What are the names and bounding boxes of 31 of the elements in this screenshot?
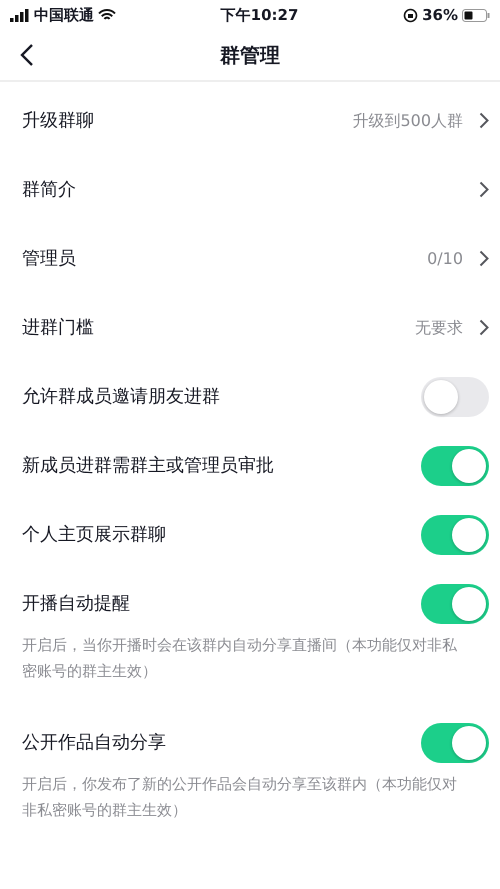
toggle-switch[interactable]: [421, 376, 489, 416]
toggle-switch[interactable]: [421, 722, 489, 762]
setting-label: 个人主页展示群聊: [22, 523, 166, 547]
chevron-icon: [479, 181, 489, 198]
setting-value: 升级到500人群: [352, 110, 463, 132]
settings-row[interactable]: 管理员 0/10: [0, 224, 500, 293]
page-title: 群管理: [220, 42, 280, 69]
wifi-icon: [98, 8, 116, 22]
status-time: 下午10:27: [220, 4, 298, 26]
setting-note: 开启后，当你开播时会在该群内自动分享直播间（本功能仅对非私密账号的群主生效）: [21, 635, 458, 682]
setting-label: 新成员进群需群主或管理员审批: [22, 454, 274, 478]
toggle-switch[interactable]: [421, 446, 489, 486]
chevron-icon: [479, 319, 489, 336]
setting-value: 0/10: [427, 248, 463, 270]
setting-label: 公开作品自动分享: [22, 731, 166, 755]
toggle-switch[interactable]: [421, 514, 489, 554]
battery-percent: 36%: [422, 4, 458, 26]
setting-label: 允许群成员邀请朋友进群: [22, 385, 220, 409]
toggle-switch[interactable]: [421, 584, 489, 624]
settings-row[interactable]: 群简介: [0, 155, 500, 224]
carrier-name: 中国联通: [34, 4, 94, 26]
settings-row[interactable]: 进群门槛 无要求: [0, 293, 500, 362]
signal-icon: [10, 8, 30, 22]
settings-row[interactable]: 升级群聊 升级到500人群: [0, 86, 500, 155]
setting-value: 无要求: [415, 316, 463, 338]
setting-label: 开播自动提醒: [22, 592, 130, 616]
setting-note: 开启后，你发布了新的公开作品会自动分享至该群内（本功能仅对非私密账号的群主生效）: [21, 774, 458, 821]
chevron-icon: [479, 112, 489, 129]
battery-icon: [462, 8, 490, 22]
chevron-icon: [479, 250, 489, 267]
rotation-lock-icon: [403, 8, 418, 22]
